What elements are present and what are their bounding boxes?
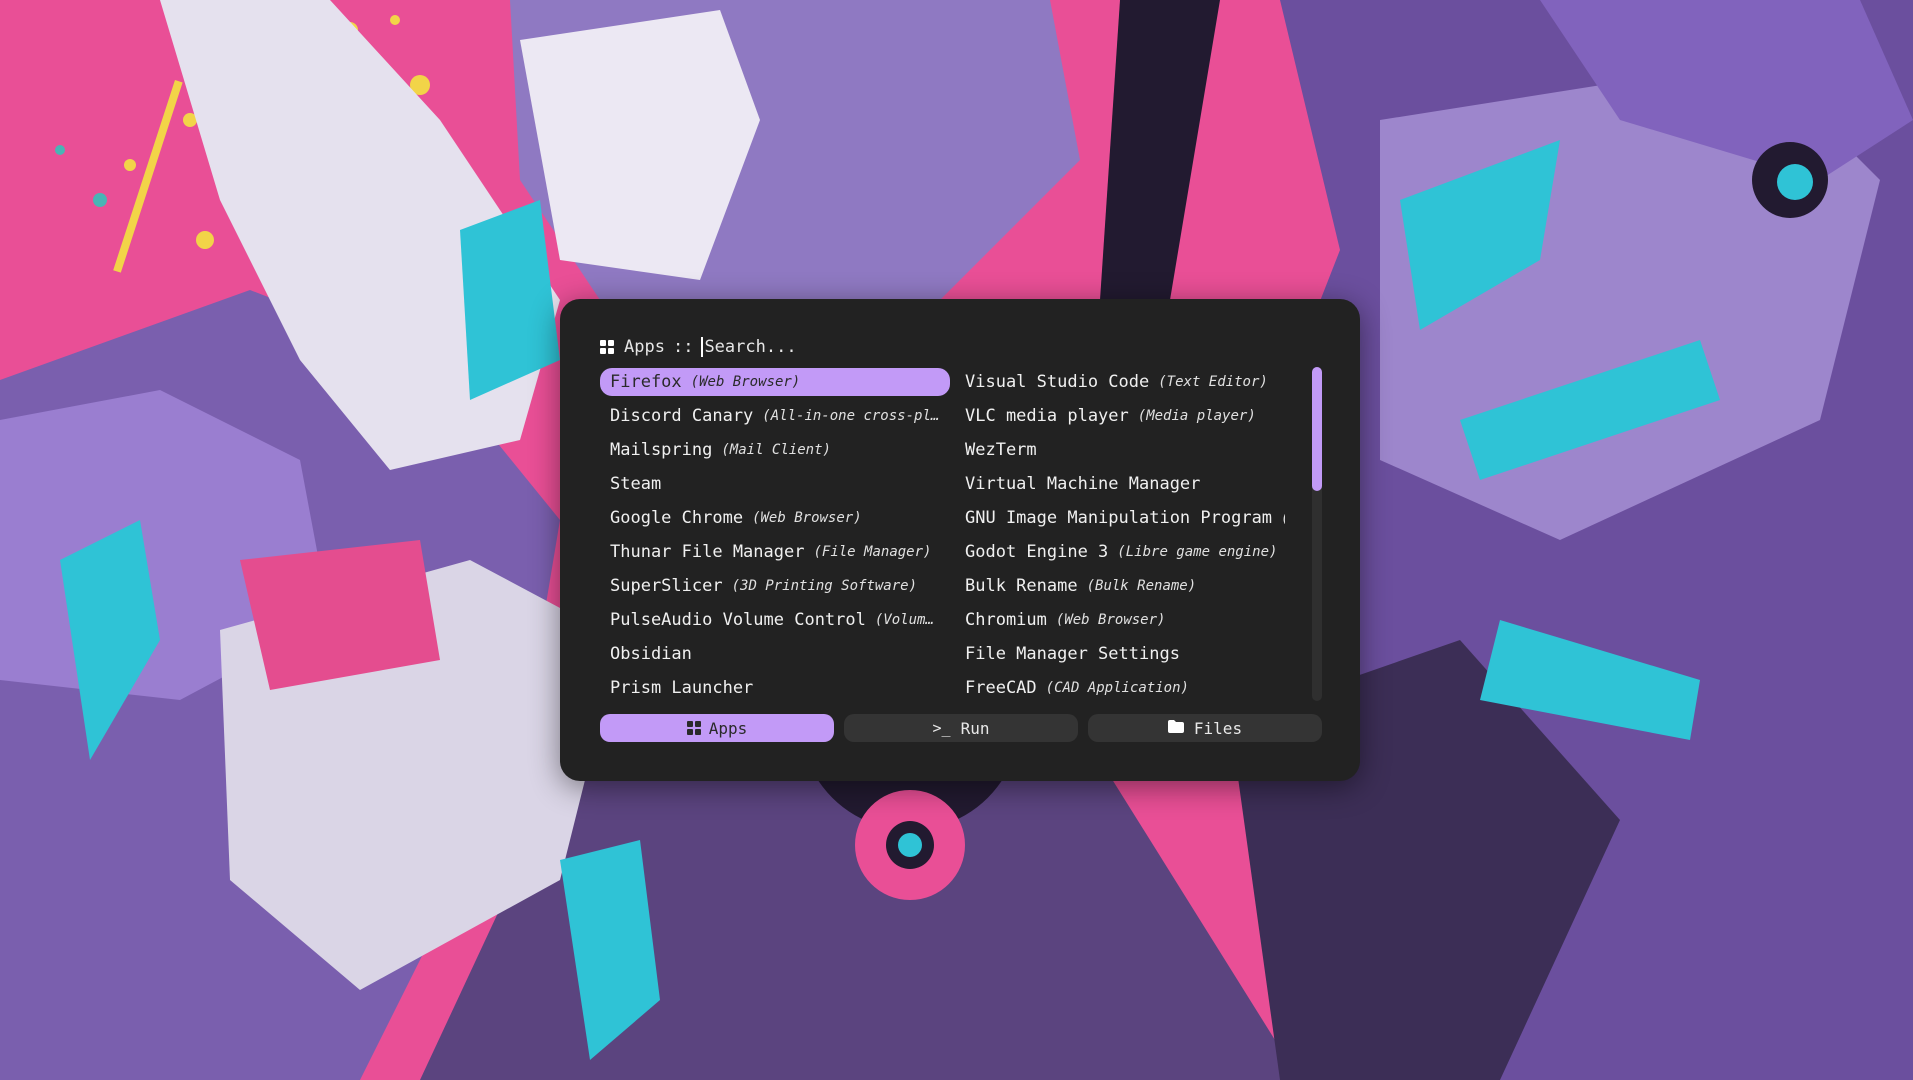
list-item[interactable]: PulseAudio Volume Control (Volume… [600, 606, 950, 634]
app-name: VLC media player [965, 406, 1129, 426]
app-description: (File Manager) [813, 544, 932, 560]
list-item[interactable]: File Manager Settings [955, 640, 1295, 668]
app-name: PulseAudio Volume Control [610, 610, 866, 630]
app-description: (Web Browser) [1055, 612, 1166, 628]
mode-label: Apps [624, 337, 665, 357]
list-item[interactable]: Godot Engine 3 (Libre game engine) [955, 538, 1295, 566]
list-item[interactable]: Steam [600, 470, 950, 498]
grid-icon [686, 721, 701, 735]
app-description: (Mail Client) [721, 442, 831, 458]
list-item[interactable]: VLC media player (Media player) [955, 402, 1295, 430]
app-description: (Text Editor) [1158, 374, 1268, 390]
app-name: GNU Image Manipulation Program [965, 508, 1273, 528]
app-description: (All-in-one cross-pla… [762, 408, 940, 424]
list-scrollbar[interactable] [1312, 367, 1322, 701]
list-item[interactable]: Google Chrome (Web Browser) [600, 504, 950, 532]
app-name: Firefox [610, 372, 682, 392]
list-item[interactable]: Chromium (Web Browser) [955, 606, 1295, 634]
terminal-icon: >_ [932, 719, 951, 737]
app-list-right-column: Visual Studio Code (Text Editor) VLC medi… [955, 368, 1295, 708]
list-item[interactable]: Obsidian [600, 640, 950, 668]
mode-switcher: Apps >_ Run Files [600, 714, 1322, 742]
list-item[interactable]: Bulk Rename (Bulk Rename) [955, 572, 1295, 600]
list-item[interactable]: GNU Image Manipulation Program (… [955, 504, 1295, 532]
app-name: Bulk Rename [965, 576, 1078, 596]
app-name: Thunar File Manager [610, 542, 805, 562]
app-name: Chromium [965, 610, 1047, 630]
app-description: (Bulk Rename) [1086, 578, 1197, 594]
grid-icon [600, 340, 614, 354]
mode-button-label: Files [1193, 718, 1243, 738]
app-name: WezTerm [965, 440, 1037, 460]
mode-button-run[interactable]: >_ Run [844, 714, 1078, 742]
list-item[interactable]: Thunar File Manager (File Manager) [600, 538, 950, 566]
list-item[interactable]: Virtual Machine Manager [955, 470, 1295, 498]
prompt-separator: :: [672, 337, 694, 357]
app-name: Visual Studio Code [965, 372, 1150, 392]
app-name: Google Chrome [610, 508, 744, 528]
app-name: Obsidian [610, 644, 692, 664]
mode-button-label: Apps [708, 718, 748, 738]
app-description: (Libre game engine) [1117, 544, 1278, 560]
list-item[interactable]: Discord Canary (All-in-one cross-pla… [600, 402, 950, 430]
list-item[interactable]: FreeCAD (CAD Application) [955, 674, 1295, 702]
app-name: Mailspring [610, 440, 713, 460]
app-description: (… [1281, 510, 1285, 526]
list-item[interactable]: WezTerm [955, 436, 1295, 464]
app-name: File Manager Settings [965, 644, 1180, 664]
app-name: FreeCAD [965, 678, 1037, 698]
list-item[interactable]: Prism Launcher [600, 674, 950, 702]
app-description: (Web Browser) [690, 374, 801, 390]
search-input[interactable] [701, 337, 1102, 357]
app-list: Firefox (Web Browser) Discord Canary (All-… [600, 368, 1320, 708]
folder-icon [1167, 719, 1184, 737]
list-item[interactable]: SuperSlicer (3D Printing Software) [600, 572, 950, 600]
app-description: (Volume… [874, 612, 940, 628]
mode-button-files[interactable]: Files [1088, 714, 1322, 742]
app-name: Godot Engine 3 [965, 542, 1109, 562]
app-name: SuperSlicer [610, 576, 723, 596]
app-description: (CAD Application) [1045, 680, 1189, 696]
search-bar: Apps :: [600, 333, 1320, 361]
scrollbar-thumb[interactable] [1312, 367, 1322, 491]
list-item[interactable]: Mailspring (Mail Client) [600, 436, 950, 464]
app-launcher-window: Apps :: Firefox(Web Browser) Discord Can… [560, 299, 1360, 781]
mode-button-apps[interactable]: Apps [600, 714, 834, 742]
app-name: Prism Launcher [610, 678, 754, 698]
app-name: Discord Canary [610, 406, 754, 426]
app-description: (Web Browser) [752, 510, 862, 526]
app-description: (Media player) [1137, 408, 1256, 424]
app-name: Virtual Machine Manager [965, 474, 1201, 494]
list-item[interactable]: Visual Studio Code (Text Editor) [955, 368, 1295, 396]
app-name: Steam [610, 474, 662, 494]
app-description: (3D Printing Software) [731, 578, 918, 594]
mode-button-label: Run [960, 718, 990, 738]
list-item[interactable]: Firefox (Web Browser) [600, 368, 950, 396]
app-list-left-column: Firefox (Web Browser) Discord Canary (All-… [600, 368, 950, 708]
